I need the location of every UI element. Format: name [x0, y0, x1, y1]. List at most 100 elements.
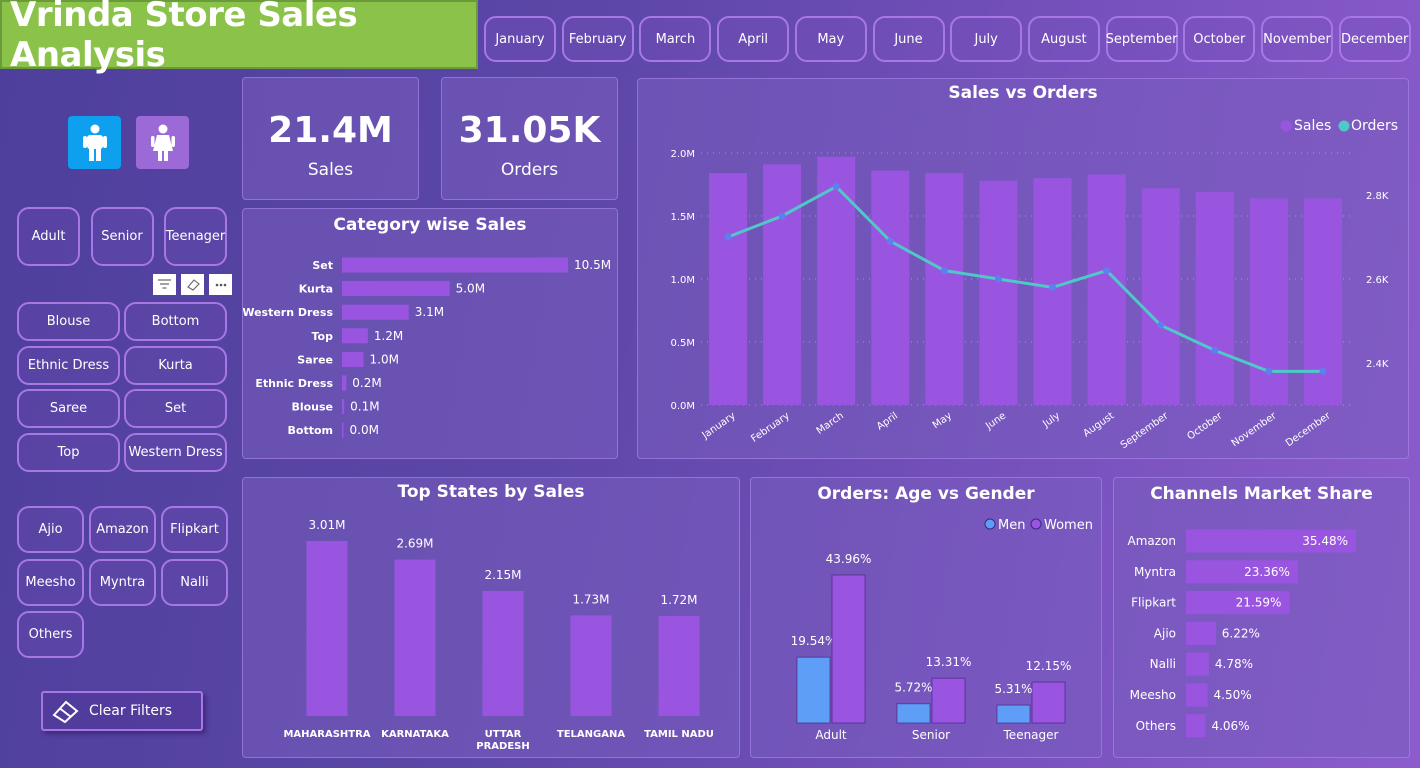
x-tick-label: September: [1119, 410, 1171, 451]
month-button-october[interactable]: October: [1183, 16, 1256, 62]
month-button-march[interactable]: March: [639, 16, 712, 62]
orders-point: [832, 183, 840, 191]
women-data-label: 43.96%: [826, 552, 872, 566]
category-button-western-dress[interactable]: Western Dress: [124, 432, 227, 472]
channel-label: Others: [1136, 719, 1176, 733]
category-button-saree[interactable]: Saree: [17, 389, 120, 428]
orders-kpi-label: Orders: [500, 160, 559, 180]
month-button-april[interactable]: April: [717, 16, 790, 62]
category-button-set[interactable]: Set: [124, 389, 227, 428]
category-button-blouse[interactable]: Blouse: [17, 302, 120, 341]
state-data-label: 2.69M: [396, 537, 433, 551]
y-right-tick-label: 2.6K: [1366, 275, 1389, 286]
state-label: UTTAR PRADESH: [476, 729, 529, 752]
sales-kpi-label: Sales: [307, 160, 354, 180]
state-data-label: 1.73M: [572, 592, 609, 606]
month-button-november[interactable]: November: [1261, 16, 1333, 62]
month-button-january[interactable]: January: [484, 16, 556, 62]
month-button-december[interactable]: December: [1338, 16, 1411, 62]
channel-data-label: 23.36%: [1244, 565, 1290, 579]
month-button-july[interactable]: July: [950, 16, 1023, 62]
women-bar: [931, 677, 966, 724]
sales-bar: [871, 170, 910, 405]
state-data-label: 3.01M: [308, 518, 345, 532]
channel-button-myntra[interactable]: Myntra: [89, 558, 156, 606]
more-icon[interactable]: [209, 274, 232, 295]
y-left-tick-label: 1.5M: [670, 212, 695, 223]
sales-kpi-value: 21.4M: [268, 110, 393, 151]
channel-data-label: 21.59%: [1236, 596, 1282, 610]
category-label: Kurta: [299, 283, 333, 296]
y-left-tick-label: 0.5M: [670, 338, 695, 349]
orders-point: [886, 237, 894, 245]
category-bar: [342, 328, 368, 344]
state-label: MAHARASHTRA: [283, 729, 370, 740]
age-group-label: Teenager: [1003, 728, 1059, 742]
men-bar: [896, 703, 931, 724]
legend-men-marker: [984, 518, 996, 530]
channel-button-meesho[interactable]: Meesho: [17, 558, 84, 606]
legend-sales-marker: [1280, 120, 1292, 132]
y-right-tick-label: 2.4K: [1366, 359, 1389, 370]
legend-men-label: Men: [998, 518, 1025, 533]
category-data-label: 0.0M: [350, 423, 379, 437]
age-button-teenager[interactable]: Teenager: [164, 207, 227, 266]
channel-data-label: 4.50%: [1214, 688, 1252, 702]
channel-label: Amazon: [1128, 534, 1177, 548]
women-bar: [831, 574, 866, 724]
channel-button-amazon[interactable]: Amazon: [89, 506, 156, 553]
women-data-label: 12.15%: [1026, 659, 1072, 673]
sales-bar: [709, 173, 748, 405]
category-bar: [342, 375, 347, 391]
male-icon[interactable]: [68, 116, 121, 169]
category-button-bottom[interactable]: Bottom: [124, 302, 227, 341]
sales-bar: [1033, 178, 1072, 405]
clear-filters-label: Clear Filters: [89, 703, 173, 719]
x-tick-label: January: [700, 410, 738, 441]
channel-data-label: 35.48%: [1302, 534, 1348, 548]
age-group-label: Senior: [912, 728, 950, 742]
sales-bar: [1087, 174, 1126, 405]
month-button-february[interactable]: February: [561, 16, 634, 62]
orders-point: [1319, 367, 1327, 375]
states-panel: Top States by Sales 3.01M MAHARASHTRA 2.69…: [242, 477, 740, 758]
clear-filters-button[interactable]: Clear Filters: [41, 691, 203, 731]
category-bar: [342, 399, 345, 415]
category-button-top[interactable]: Top: [17, 432, 120, 472]
sales-bar: [1195, 192, 1234, 405]
month-button-may[interactable]: May: [794, 16, 867, 62]
orders-point: [1049, 283, 1057, 291]
female-icon[interactable]: [136, 116, 189, 169]
eraser-icon[interactable]: [181, 274, 204, 295]
eraser-icon: [52, 700, 79, 723]
x-tick-label: April: [875, 410, 900, 432]
channel-button-nalli[interactable]: Nalli: [161, 558, 228, 606]
channel-button-flipkart[interactable]: Flipkart: [161, 506, 228, 553]
states-chart: 3.01M MAHARASHTRA 2.69M KARNATAKA 2.15M UTTAR…: [283, 518, 714, 752]
month-button-june[interactable]: June: [872, 16, 945, 62]
category-bar: [342, 281, 450, 297]
age-button-adult[interactable]: Adult: [17, 207, 80, 266]
channel-bar: [1186, 714, 1206, 738]
category-label: Bottom: [288, 424, 333, 437]
sales-bar: [979, 180, 1018, 405]
month-button-august[interactable]: August: [1027, 16, 1100, 62]
category-label: Top: [312, 330, 334, 343]
month-button-september[interactable]: September: [1105, 16, 1178, 62]
men-bar: [796, 656, 831, 724]
channel-button-others[interactable]: Others: [17, 611, 84, 658]
orders-point: [1103, 267, 1111, 275]
orders-point: [940, 267, 948, 275]
category-label: Blouse: [291, 401, 333, 414]
channel-button-ajio[interactable]: Ajio: [17, 506, 84, 553]
channel-data-label: 6.22%: [1222, 626, 1260, 640]
state-label: TAMIL NADU: [644, 729, 714, 740]
orders-point: [994, 275, 1002, 283]
filter-icon[interactable]: [153, 274, 176, 295]
y-left-tick-label: 2.0M: [670, 149, 695, 160]
age-button-senior[interactable]: Senior: [90, 207, 154, 266]
category-data-label: 5.0M: [456, 282, 485, 296]
channel-bar: [1186, 652, 1209, 676]
category-button-ethnic-dress[interactable]: Ethnic Dress: [17, 345, 120, 385]
category-button-kurta[interactable]: Kurta: [124, 345, 227, 385]
